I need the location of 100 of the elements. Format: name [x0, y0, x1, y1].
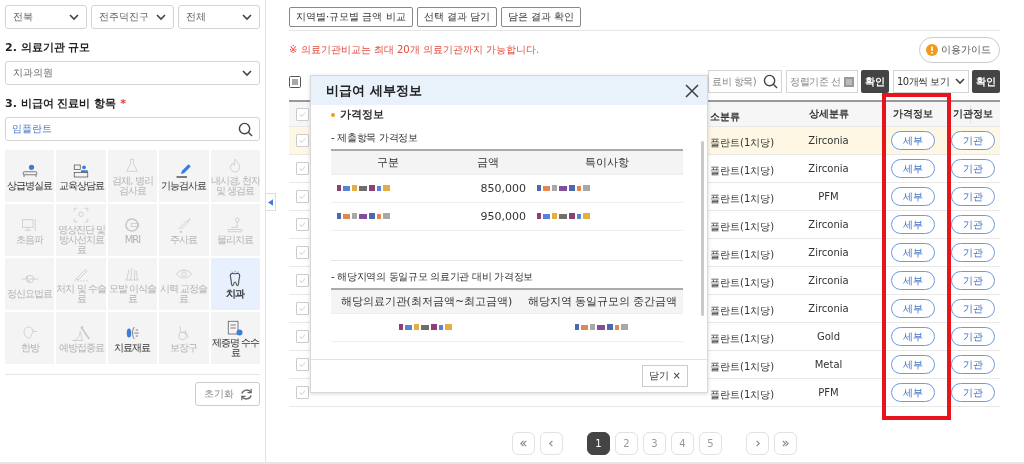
institution-button[interactable]: 기관 — [950, 271, 995, 290]
sort-select[interactable]: 정렬기준 선 — [786, 70, 858, 93]
chevron-down-icon — [155, 13, 166, 21]
checkbox[interactable] — [296, 330, 309, 343]
detail-button[interactable]: 세부 — [890, 243, 935, 262]
region-select[interactable]: 전체 — [177, 5, 260, 29]
checkbox[interactable] — [296, 358, 309, 371]
checkbox[interactable] — [296, 386, 309, 399]
scrollbar[interactable] — [701, 141, 704, 316]
table-cell-text: Zirconia — [807, 247, 850, 258]
guide-button[interactable]: 이용가이드 — [919, 36, 1000, 63]
table-cell-text: 950,000 — [479, 210, 527, 223]
detail-button[interactable]: 세부 — [890, 383, 935, 402]
chevron-down-icon — [242, 13, 252, 21]
page-button[interactable]: 5 — [699, 432, 722, 455]
check-icon — [298, 220, 307, 229]
institution-button[interactable]: 기관 — [950, 243, 995, 262]
checkbox[interactable] — [296, 107, 309, 121]
ring-icon — [123, 215, 142, 234]
column-header: 해당지역 동일규모의 중간금액 — [526, 294, 679, 309]
redacted-mark — [537, 213, 592, 220]
detail-button[interactable]: 세부 — [890, 327, 935, 346]
page-button[interactable]: 4 — [671, 432, 694, 455]
institution-button[interactable]: 기관 — [950, 383, 995, 402]
search-field[interactable]: 임플란트 — [5, 117, 260, 141]
search-icon — [238, 121, 253, 137]
section-heading: 3. 비급여 진료비 항목 * — [5, 96, 127, 111]
dialog-title: 비급여 세부정보 — [326, 81, 422, 100]
institution-button[interactable]: 기관 — [950, 131, 995, 150]
page-size-select[interactable]: 10개씩 보기 — [893, 70, 969, 93]
region-select[interactable]: 전주덕진구 — [91, 5, 174, 29]
confirm-button[interactable]: 확인 — [972, 70, 1000, 93]
detail-button[interactable]: 세부 — [890, 159, 935, 178]
redacted-mark — [575, 324, 630, 331]
confirm-button[interactable]: 확인 — [861, 70, 889, 93]
category-tile[interactable]: 기능검사료 — [159, 150, 209, 202]
region-select[interactable]: 전북 — [5, 5, 88, 29]
table-cell-text: Zirconia — [807, 275, 850, 286]
category-tile[interactable]: 치과 — [210, 258, 260, 310]
detail-button[interactable]: 세부 — [890, 215, 935, 234]
category-tile[interactable]: 상급병실료 — [5, 150, 55, 202]
column-header: 금액 — [476, 155, 500, 170]
previous-page-button[interactable] — [540, 432, 563, 455]
table-cell-text: PFM — [817, 387, 840, 398]
chevron-icon — [753, 439, 762, 448]
page-button[interactable]: 1 — [587, 432, 610, 455]
chevron-down-icon — [242, 69, 252, 77]
detail-button[interactable]: 세부 — [890, 131, 935, 150]
checkbox[interactable] — [296, 162, 309, 175]
last-page-button[interactable] — [774, 432, 797, 455]
check-icon — [298, 276, 307, 285]
column-header: 구분 — [376, 155, 400, 170]
detail-button[interactable]: 세부 — [890, 299, 935, 318]
column-header: 기관정보 — [951, 107, 994, 121]
page-button[interactable]: 2 — [615, 432, 638, 455]
next-page-button[interactable] — [746, 432, 769, 455]
institution-button[interactable]: 기관 — [950, 299, 995, 318]
category-tile[interactable]: 교육상담료 — [56, 150, 106, 202]
scale-select[interactable]: 치과의원 — [5, 61, 260, 85]
close-button[interactable]: 닫기 × — [642, 365, 688, 387]
checkbox[interactable] — [296, 302, 309, 315]
page-button[interactable]: 3 — [643, 432, 666, 455]
column-header: 특이사항 — [584, 155, 630, 170]
first-page-button[interactable] — [512, 432, 535, 455]
action-button[interactable]: 지역별·규모별 금액 비교 — [289, 7, 413, 27]
institution-button[interactable]: 기관 — [950, 327, 995, 346]
detail-button[interactable]: 세부 — [890, 187, 935, 206]
section-title: 가격정보 — [340, 107, 384, 122]
table-cell-text: Metal — [813, 359, 844, 370]
checkbox[interactable] — [296, 274, 309, 287]
institution-button[interactable]: 기관 — [950, 215, 995, 234]
chevron-down-icon — [955, 78, 965, 85]
table-cell-text: Zirconia — [807, 303, 850, 314]
category-tile[interactable]: 제증명 수수료 — [210, 312, 260, 364]
redacted-mark — [337, 185, 392, 192]
search-field[interactable]: 료비 항목) — [708, 70, 782, 93]
chevron-down-icon — [69, 13, 80, 21]
reset-button[interactable]: 초기화 — [195, 382, 260, 406]
checkbox[interactable] — [296, 134, 309, 147]
checkbox[interactable] — [296, 246, 309, 259]
category-tile[interactable]: 치료재료 — [107, 312, 158, 364]
detail-button[interactable]: 세부 — [890, 271, 935, 290]
checkbox[interactable] — [296, 218, 309, 231]
subsection-title: - 제출항목 가격정보 — [331, 131, 419, 145]
action-button[interactable]: 담은 결과 확인 — [500, 7, 582, 27]
refresh-icon — [239, 386, 254, 402]
institution-button[interactable]: 기관 — [950, 187, 995, 206]
triangle-icon — [268, 198, 273, 206]
institution-button[interactable]: 기관 — [950, 355, 995, 374]
checkbox[interactable] — [296, 190, 309, 203]
double-chevron-icon — [781, 439, 790, 448]
desk-icon — [72, 161, 91, 180]
action-button[interactable]: 선택 결과 담기 — [416, 7, 497, 27]
institution-button[interactable]: 기관 — [950, 159, 995, 178]
notice-text: ※ 의료기관비교는 최대 20개 의료기관까지 가능합니다. — [289, 42, 540, 57]
detail-button[interactable]: 세부 — [890, 355, 935, 374]
table-cell-text: Gold — [816, 331, 841, 342]
table-cell-text: 850,000 — [479, 182, 527, 195]
close-button[interactable] — [685, 83, 699, 98]
collapse-handle[interactable] — [265, 193, 276, 211]
